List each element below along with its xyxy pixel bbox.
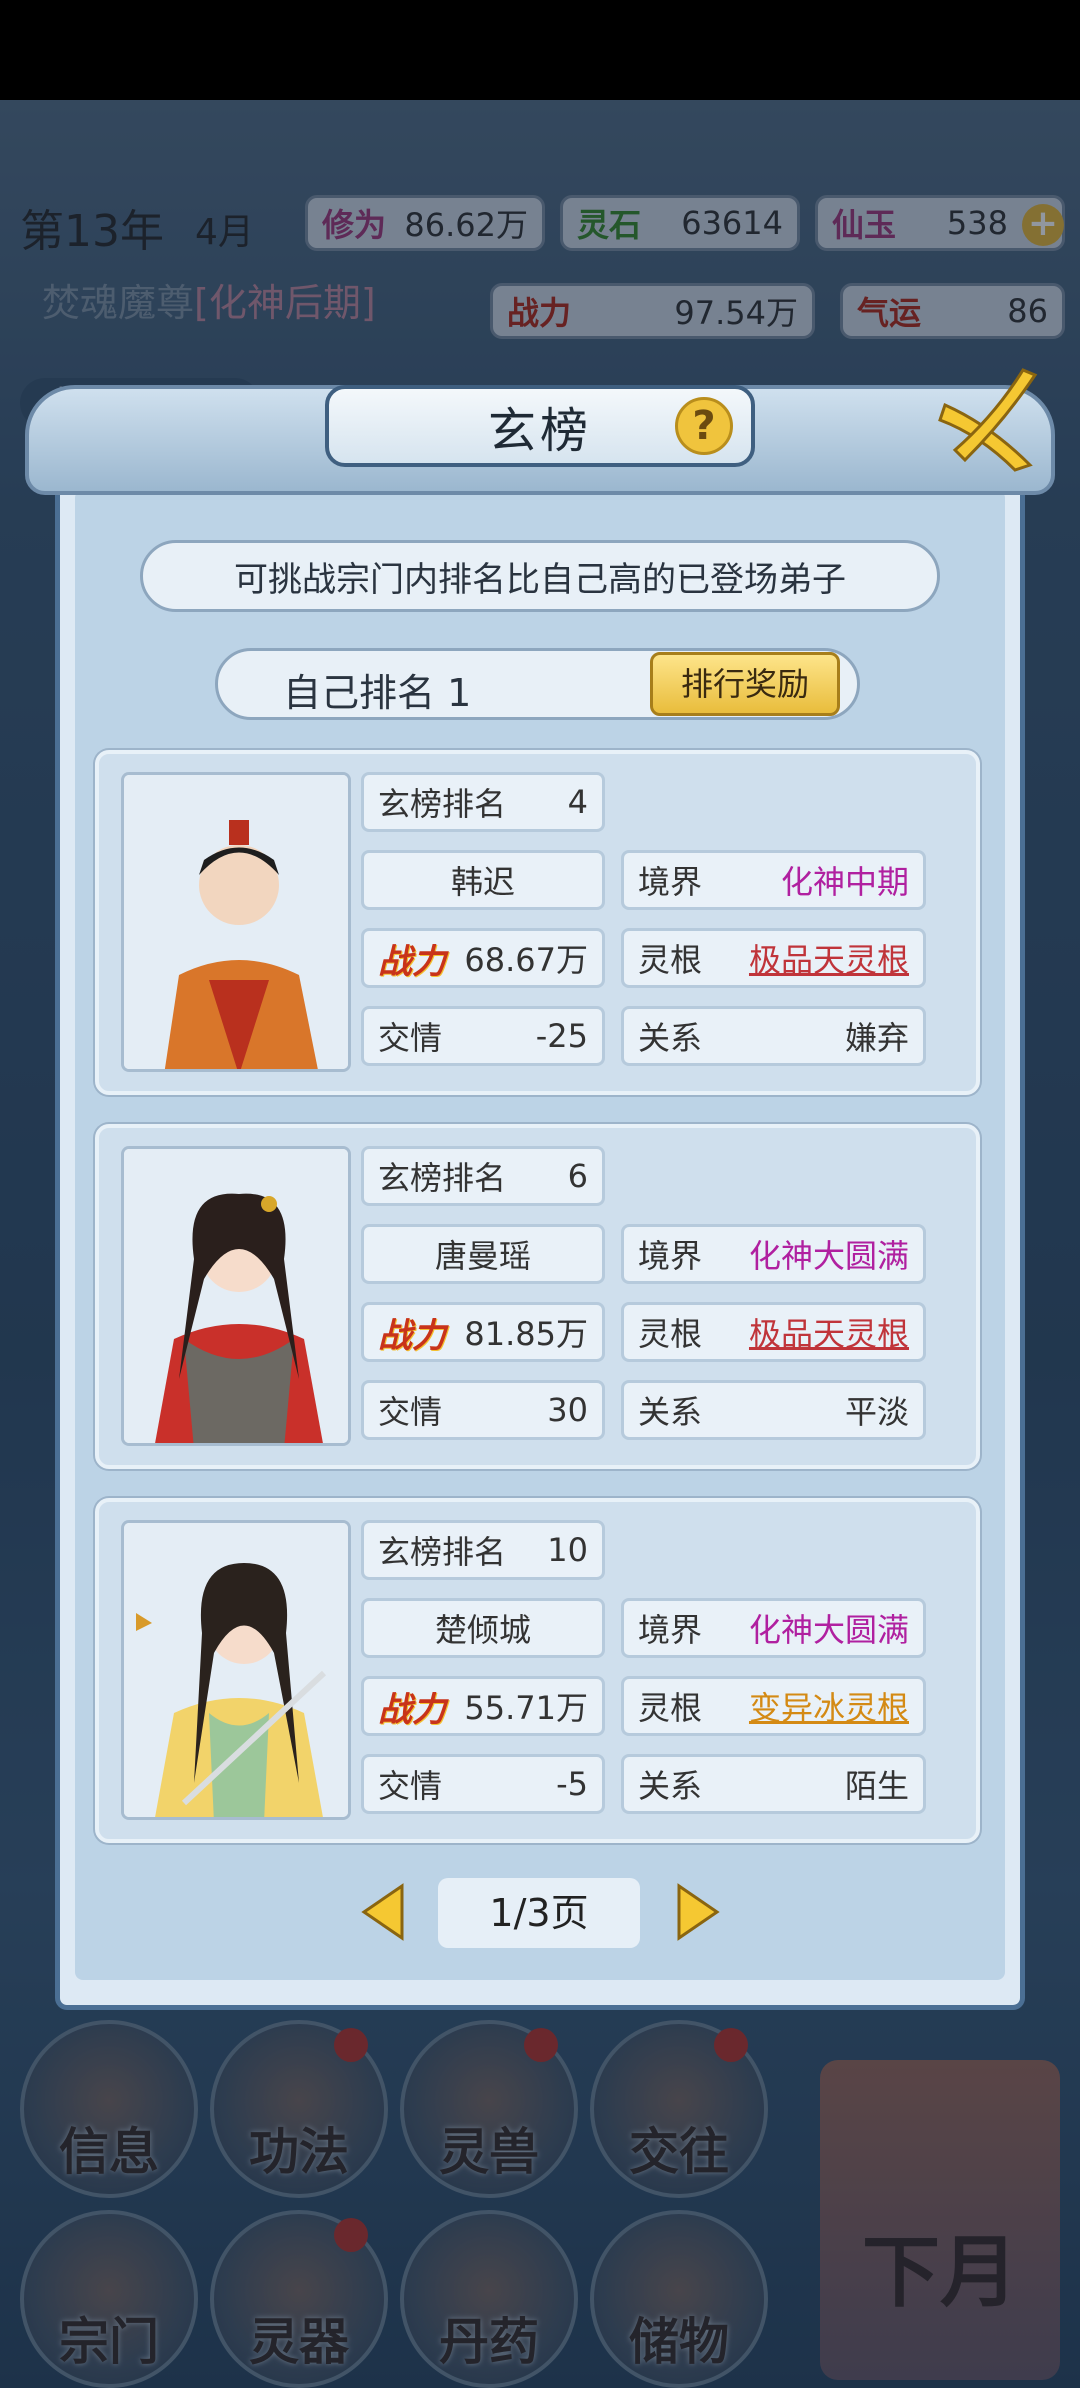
disciple-name: 唐曼瑶 [434,1237,531,1275]
relation-label: 关系 [638,1767,703,1805]
relation-label: 关系 [638,1019,703,1057]
name-cell: 楚倾城 [361,1598,605,1658]
relation-cell: 关系 嫌弃 [621,1006,926,1066]
prev-page-icon[interactable] [360,1882,406,1942]
realm-label: 境界 [638,863,703,901]
disciple-name: 楚倾城 [434,1611,531,1649]
root-value[interactable]: 变异冰灵根 [749,1683,909,1729]
relation-value: 陌生 [844,1767,909,1805]
realm-label: 境界 [638,1611,703,1649]
disciple-name: 韩迟 [450,863,515,901]
root-cell: 灵根 极品天灵根 [621,1302,926,1362]
friendship-cell: 交情 30 [361,1380,605,1440]
name-cell: 唐曼瑶 [361,1224,605,1284]
friendship-label: 交情 [378,1767,443,1805]
root-value[interactable]: 极品天灵根 [749,935,909,981]
realm-cell: 境界 化神大圆满 [621,1598,926,1658]
friendship-label: 交情 [378,1019,443,1057]
power-label: 战力 [378,941,446,982]
power-value: 68.67万 [464,941,588,979]
friendship-label: 交情 [378,1393,443,1431]
rank-value: 10 [547,1531,588,1569]
root-cell: 灵根 极品天灵根 [621,928,926,988]
root-label: 灵根 [638,1689,703,1727]
realm-cell: 境界 化神大圆满 [621,1224,926,1284]
challenge-hint: 可挑战宗门内排名比自己高的已登场弟子 [140,540,940,612]
ranking-card[interactable]: 玄榜排名 4 韩迟 境界 化神中期 战力 68.67万 灵根 极品天灵根 交情 … [95,750,980,1095]
page-indicator: 1/3页 [438,1878,640,1948]
rank-label: 玄榜排名 [378,1533,507,1571]
realm-value: 化神大圆满 [748,1237,909,1275]
realm-value: 化神中期 [780,863,909,901]
challenge-hint-text: 可挑战宗门内排名比自己高的已登场弟子 [234,559,846,600]
disciple-portrait [121,772,351,1072]
disciple-portrait [121,1146,351,1446]
rank-value: 4 [567,783,588,821]
rank-label: 玄榜排名 [378,1159,507,1197]
ranking-card[interactable]: 玄榜排名 10 楚倾城 境界 化神大圆满 战力 55.71万 灵根 变异冰灵根 … [95,1498,980,1843]
rank-cell: 玄榜排名 6 [361,1146,605,1206]
rank-label: 玄榜排名 [378,785,507,823]
rank-cell: 玄榜排名 4 [361,772,605,832]
root-label: 灵根 [638,1315,703,1353]
power-cell: 战力 81.85万 [361,1302,605,1362]
rank-cell: 玄榜排名 10 [361,1520,605,1580]
realm-cell: 境界 化神中期 [621,850,926,910]
root-cell: 灵根 变异冰灵根 [621,1676,926,1736]
power-label: 战力 [378,1689,446,1730]
relation-label: 关系 [638,1393,703,1431]
friendship-value: 30 [547,1391,588,1429]
power-cell: 战力 68.67万 [361,928,605,988]
friendship-value: -5 [556,1765,588,1803]
realm-value: 化神大圆满 [748,1611,909,1649]
rank-reward-button[interactable]: 排行奖励 [650,652,840,716]
friendship-cell: 交情 -25 [361,1006,605,1066]
realm-label: 境界 [638,1237,703,1275]
rank-value: 6 [567,1157,588,1195]
ranking-card[interactable]: 玄榜排名 6 唐曼瑶 境界 化神大圆满 战力 81.85万 灵根 极品天灵根 交… [95,1124,980,1469]
disciple-portrait [121,1520,351,1820]
close-icon[interactable] [935,365,1045,475]
status-bar [0,0,1080,100]
friendship-cell: 交情 -5 [361,1754,605,1814]
power-value: 81.85万 [464,1315,588,1353]
power-label: 战力 [378,1315,446,1356]
relation-cell: 关系 平淡 [621,1380,926,1440]
name-cell: 韩迟 [361,850,605,910]
root-value[interactable]: 极品天灵根 [749,1309,909,1355]
dialog-title: 玄榜 [487,403,592,459]
relation-value: 平淡 [844,1393,909,1431]
power-cell: 战力 55.71万 [361,1676,605,1736]
next-page-icon[interactable] [675,1882,721,1942]
self-rank-text: 自己排名 1 [283,671,472,715]
power-value: 55.71万 [464,1689,588,1727]
root-label: 灵根 [638,941,703,979]
friendship-value: -25 [535,1017,588,1055]
help-icon[interactable]: ? [675,397,733,455]
relation-value: 嫌弃 [844,1019,909,1057]
relation-cell: 关系 陌生 [621,1754,926,1814]
